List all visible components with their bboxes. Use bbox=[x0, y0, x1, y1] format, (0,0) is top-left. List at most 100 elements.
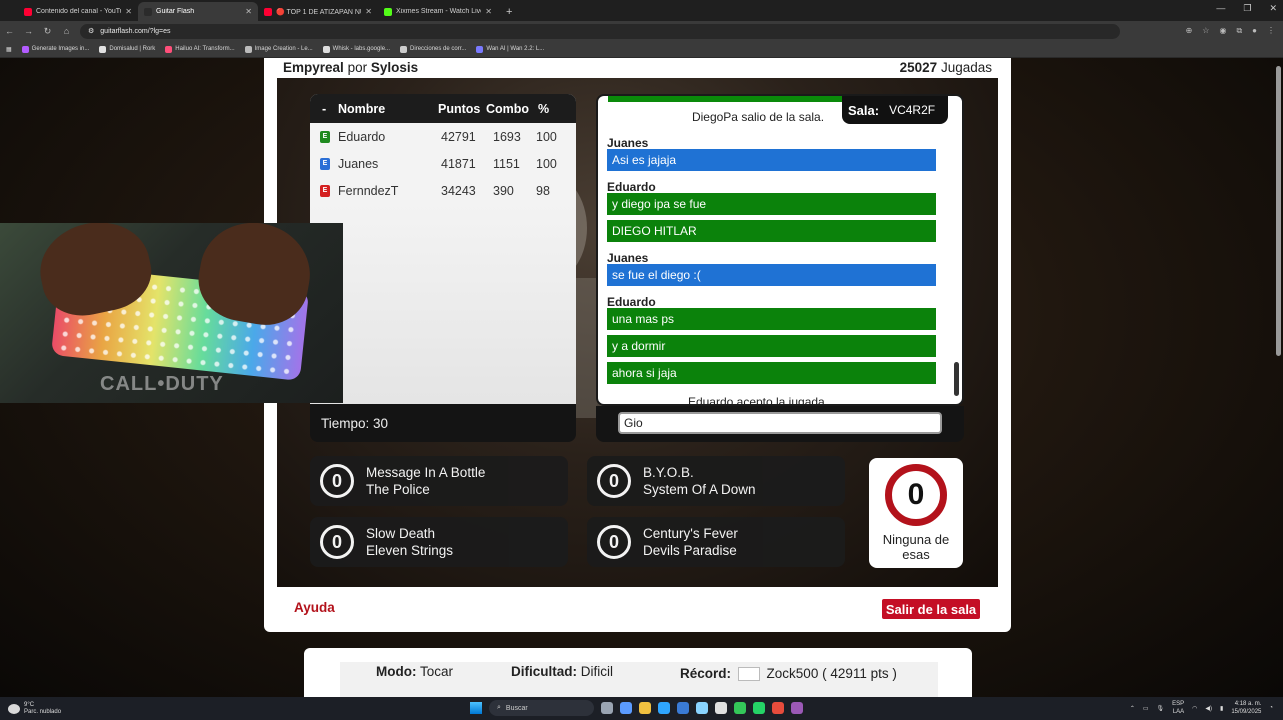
mode-info: Modo: Tocar bbox=[376, 664, 453, 679]
bookmarks-bar: ▦ Generate Images in... Domisalud | Rork H… bbox=[0, 41, 1283, 58]
tab-label: Xixmes Stream - Watch Live o bbox=[396, 8, 482, 15]
tab-label: Guitar Flash bbox=[156, 8, 195, 15]
tab-close-icon[interactable]: ✕ bbox=[485, 7, 492, 16]
lang-layout: LAA bbox=[1172, 709, 1185, 715]
cell-pct: 100 bbox=[536, 129, 557, 144]
chat-message: se fue el diego :( bbox=[607, 264, 936, 286]
col-pct: % bbox=[538, 101, 550, 116]
exit-room-button[interactable]: Salir de la sala bbox=[882, 599, 980, 619]
taskbar-search[interactable]: ⌕ Buscar bbox=[489, 700, 594, 716]
clock[interactable]: 4:18 a. m. 15/09/2025 bbox=[1231, 700, 1261, 716]
minimize-icon[interactable]: — bbox=[1216, 3, 1225, 14]
plays-label: Jugadas bbox=[940, 60, 992, 75]
page-scrollbar[interactable] bbox=[1276, 66, 1281, 356]
bookmark-star-icon[interactable]: ☆ bbox=[1202, 26, 1209, 36]
difficulty-value: Dificil bbox=[580, 664, 614, 679]
edge-icon[interactable] bbox=[658, 702, 670, 714]
browser-tab[interactable]: Contenido del canal - YouTube ✕ bbox=[18, 2, 138, 21]
help-link[interactable]: Ayuda bbox=[294, 600, 335, 615]
browser-tab[interactable]: Guitar Flash ✕ bbox=[138, 2, 258, 21]
option-artist: Eleven Strings bbox=[366, 543, 454, 558]
col-pos: - bbox=[322, 101, 327, 116]
search-icon: ⌕ bbox=[497, 704, 501, 711]
profile-icon[interactable]: ● bbox=[1252, 26, 1257, 36]
chat-message: y diego ipa se fue bbox=[607, 193, 936, 215]
bookmark-item[interactable]: Whisk - labs.google... bbox=[322, 45, 390, 53]
chat-scrollbar[interactable] bbox=[954, 362, 959, 396]
menu-icon[interactable]: ⋮ bbox=[1267, 26, 1275, 36]
app-icon[interactable] bbox=[696, 702, 708, 714]
apps-icon[interactable]: ▦ bbox=[6, 46, 12, 53]
tab-favicon-icon bbox=[384, 7, 392, 16]
song-by: por bbox=[347, 60, 368, 75]
site-info-icon[interactable]: ⚙ bbox=[88, 27, 94, 35]
option-artist: The Police bbox=[366, 482, 430, 497]
media-icon[interactable] bbox=[772, 702, 784, 714]
bookmark-favicon-icon bbox=[21, 45, 29, 53]
bookmark-item[interactable]: Domisalud | Rork bbox=[99, 45, 155, 53]
col-combo: Combo bbox=[486, 101, 530, 116]
taskbar-apps: ⌕ Buscar bbox=[470, 700, 803, 716]
reload-icon[interactable]: ↻ bbox=[38, 26, 57, 37]
chrome-icon[interactable] bbox=[734, 702, 746, 714]
back-icon[interactable]: ← bbox=[0, 26, 19, 36]
url-input[interactable]: ⚙ guitarflash.com/?lg=es bbox=[80, 23, 1120, 39]
bookmark-favicon-icon bbox=[165, 45, 173, 53]
stream-app-icon[interactable] bbox=[791, 702, 803, 714]
chat-message: una mas ps bbox=[607, 308, 936, 330]
tray-app-icon[interactable]: ▭ bbox=[1143, 705, 1149, 712]
chat-message: Asi es jajaja bbox=[607, 149, 936, 171]
bookmark-favicon-icon bbox=[99, 45, 107, 53]
bookmark-item[interactable]: Generate Images in... bbox=[21, 45, 89, 53]
whatsapp-icon[interactable] bbox=[753, 702, 765, 714]
mic-icon[interactable]: 🎙 bbox=[1157, 705, 1165, 712]
page-viewport: Empyreal por Sylosis 25027 Jugadas - Nom… bbox=[0, 58, 1283, 697]
bookmark-item[interactable]: Wan AI | Wan 2.2: L... bbox=[476, 45, 544, 53]
record-label: Récord: bbox=[680, 666, 732, 681]
weather-widget[interactable]: 9°C Parc. nublado bbox=[8, 702, 61, 716]
song-option[interactable]: 0 Slow Death Eleven Strings bbox=[310, 517, 568, 567]
browser-tab[interactable]: Xixmes Stream - Watch Live o ✕ bbox=[378, 2, 498, 21]
wifi-icon[interactable]: ◠ bbox=[1192, 705, 1197, 712]
new-tab-button[interactable]: + bbox=[498, 6, 520, 21]
windows-start-icon[interactable] bbox=[470, 702, 482, 714]
address-bar: ← → ↻ ⌂ ⚙ guitarflash.com/?lg=es ⊕ ☆ ◉ ⧉… bbox=[0, 21, 1283, 41]
extension-icon[interactable]: ◉ bbox=[1219, 26, 1226, 36]
forward-icon[interactable]: → bbox=[19, 26, 38, 36]
song-option[interactable]: 0 B.Y.O.B. System Of A Down bbox=[587, 456, 845, 506]
song-name: Empyreal bbox=[283, 60, 344, 75]
option-none[interactable]: 0 Ninguna de esas bbox=[869, 458, 963, 568]
puzzle-icon[interactable]: ⧉ bbox=[1236, 26, 1242, 36]
song-option[interactable]: 0 Message In A Bottle The Police bbox=[310, 456, 568, 506]
player-badge-icon: E bbox=[320, 184, 330, 197]
language-indicator[interactable]: ESP LAA bbox=[1172, 700, 1184, 716]
scoreboard-rows: E Eduardo 42791 1693 100 E Juanes 41871 1151 100 E… bbox=[310, 123, 576, 204]
bookmark-item[interactable]: Image Creation - Le... bbox=[244, 45, 313, 53]
tab-close-icon[interactable]: ✕ bbox=[365, 7, 372, 16]
tray-chevron-icon[interactable]: ⌃ bbox=[1130, 705, 1135, 712]
chat-input[interactable] bbox=[618, 412, 942, 434]
store-icon[interactable] bbox=[677, 702, 689, 714]
photos-icon[interactable] bbox=[715, 702, 727, 714]
home-icon[interactable]: ⌂ bbox=[57, 26, 76, 36]
option-votes: 0 bbox=[320, 525, 354, 559]
zoom-icon[interactable]: ⊕ bbox=[1186, 26, 1193, 36]
song-option[interactable]: 0 Century's Fever Devils Paradise bbox=[587, 517, 845, 567]
bookmark-item[interactable]: Hailuo AI: Transform... bbox=[165, 45, 235, 53]
browser-tab[interactable]: 🔴 TOP 1 DE ATIZAPAN NU ✕ bbox=[258, 2, 378, 21]
scoreboard-header: - Nombre Puntos Combo % bbox=[310, 94, 576, 123]
volume-icon[interactable]: ◀) bbox=[1205, 705, 1212, 712]
copilot-icon[interactable] bbox=[620, 702, 632, 714]
notifications-icon[interactable]: ◔ bbox=[1269, 705, 1273, 711]
bookmark-item[interactable]: Direcciones de corr... bbox=[400, 45, 466, 53]
close-window-icon[interactable]: ✕ bbox=[1269, 3, 1277, 14]
tab-close-icon[interactable]: ✕ bbox=[245, 7, 252, 16]
tab-close-icon[interactable]: ✕ bbox=[125, 7, 132, 16]
player-badge-icon: E bbox=[320, 130, 330, 143]
battery-icon[interactable]: ▮ bbox=[1220, 705, 1223, 712]
file-explorer-icon[interactable] bbox=[639, 702, 651, 714]
task-view-icon[interactable] bbox=[601, 702, 613, 714]
restore-icon[interactable]: ❐ bbox=[1243, 3, 1251, 14]
option-song: Slow Death bbox=[366, 526, 436, 541]
system-tray: ⌃ ▭ 🎙 ESP LAA ◠ ◀) ▮ 4:18 a. m. 15/09/20… bbox=[1130, 700, 1273, 716]
